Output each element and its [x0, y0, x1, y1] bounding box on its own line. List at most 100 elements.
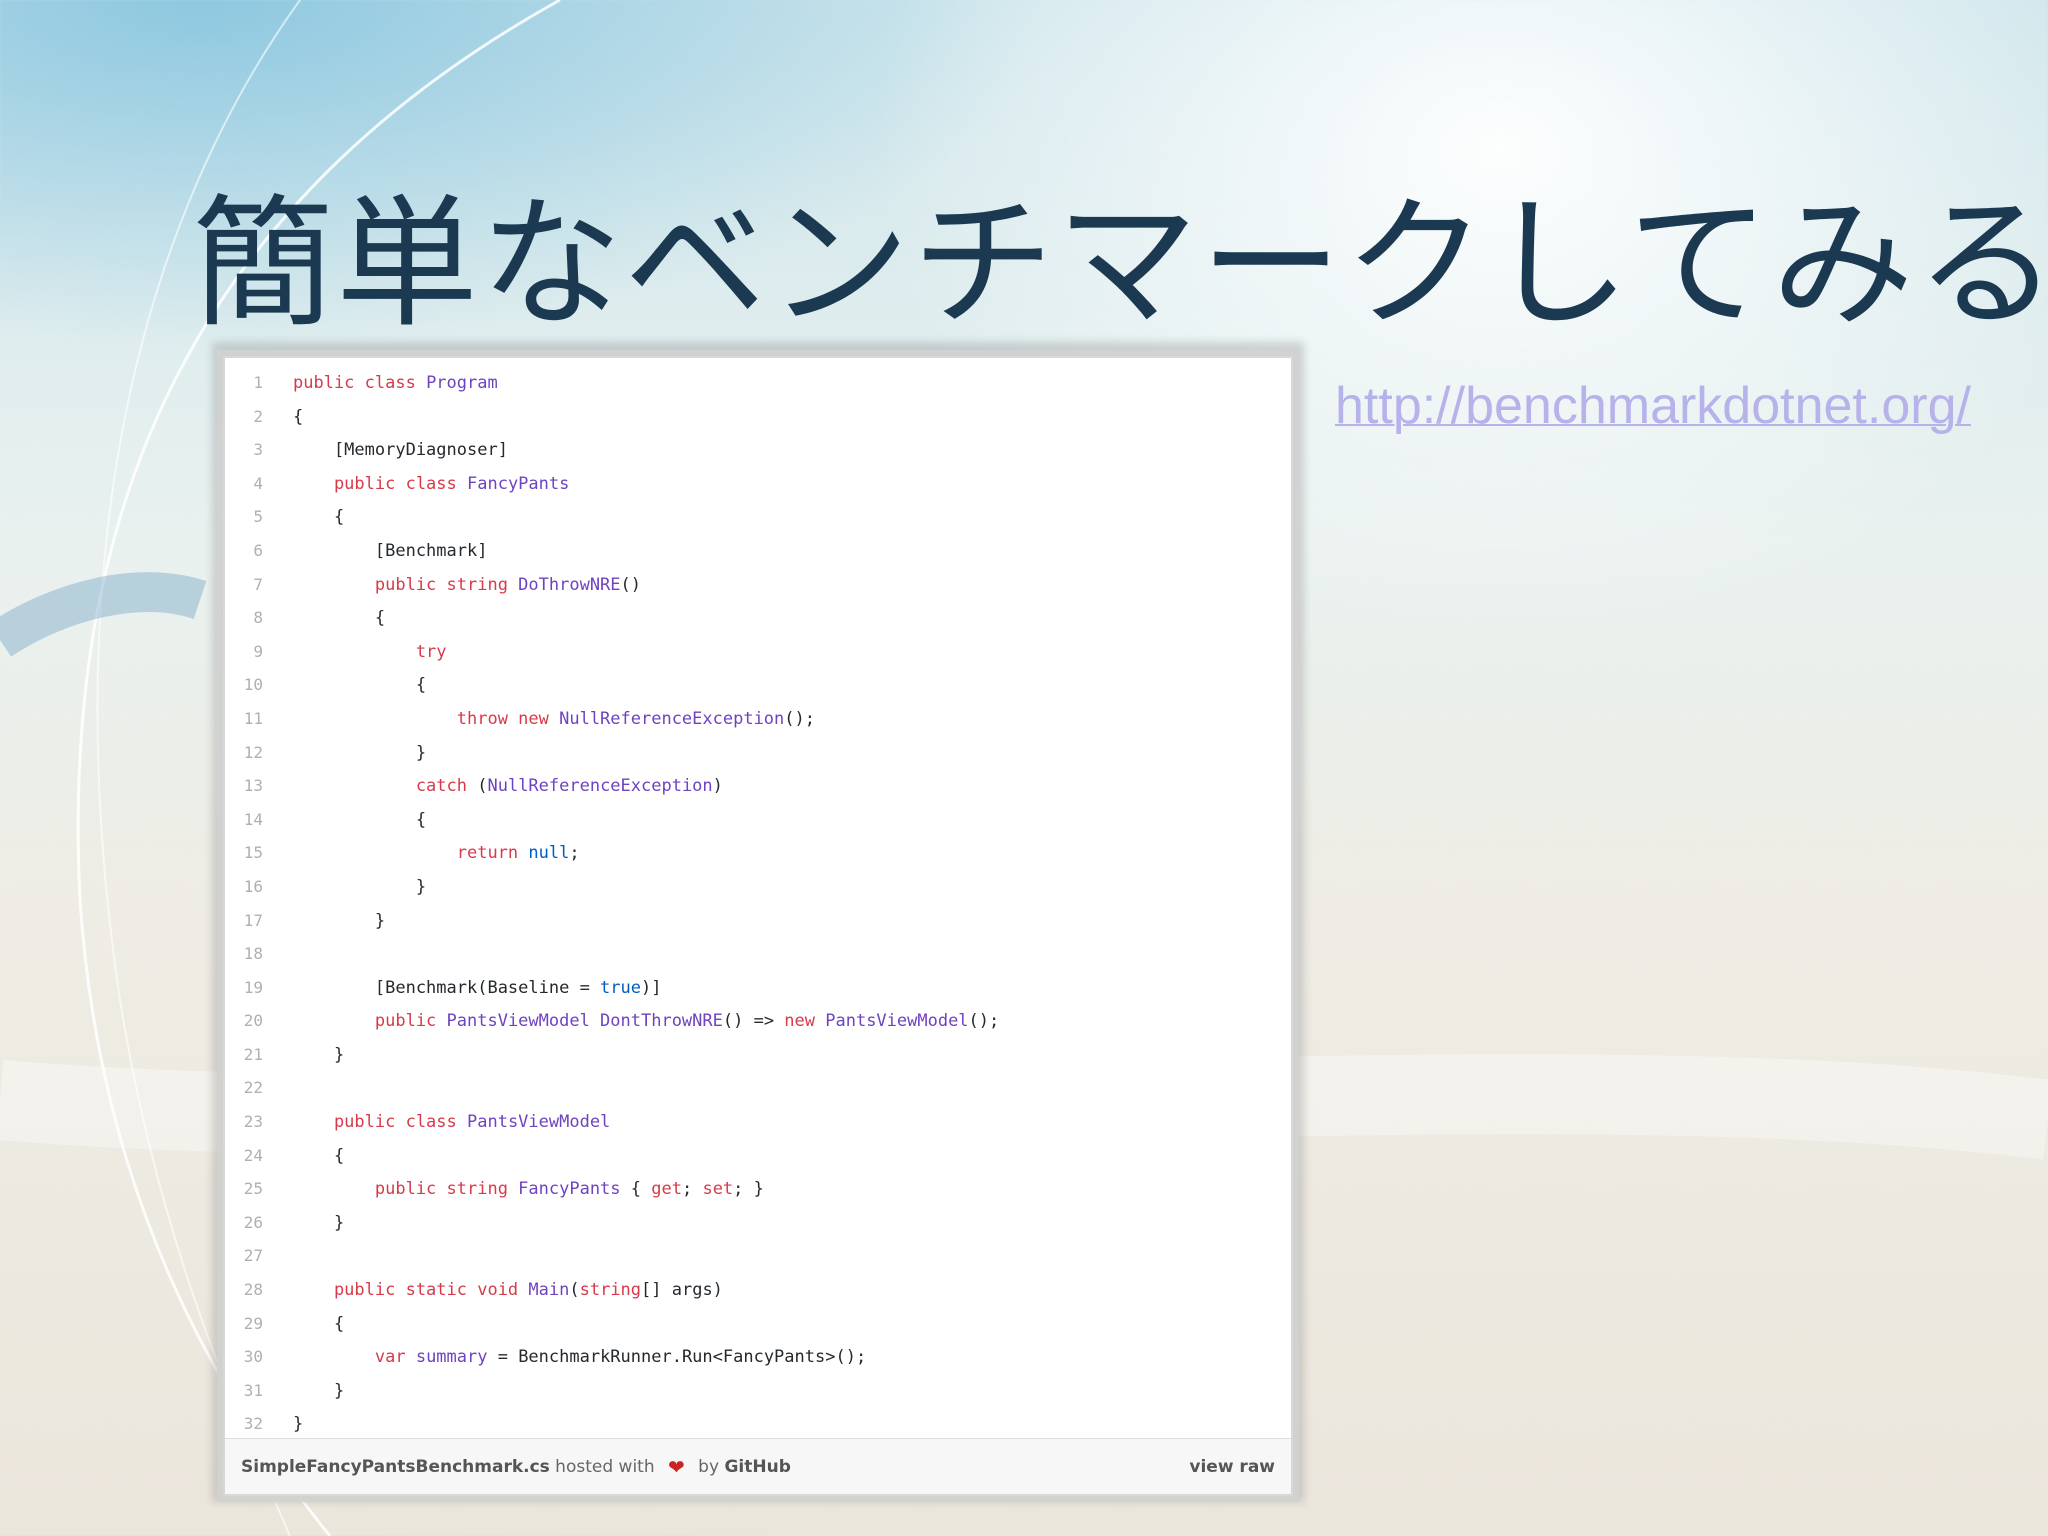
code-token: { — [620, 1179, 652, 1200]
code-line: 8 { — [225, 601, 1291, 635]
code-token: set — [702, 1179, 734, 1200]
line-number: 10 — [243, 675, 263, 695]
code-token: } — [293, 1380, 345, 1401]
code-token: [Benchmark] — [293, 540, 488, 561]
code-block: 1 public class Program 2{3 [MemoryDiagnose… — [225, 366, 1291, 1441]
code-line: 28 public static void Main(string[] args… — [225, 1273, 1291, 1307]
code-line: 19 [Benchmark(Baseline = true)] — [225, 971, 1291, 1005]
code-text: [MemoryDiagnoser] — [263, 434, 508, 468]
line-number: 32 — [243, 1414, 263, 1434]
line-number: 28 — [243, 1280, 263, 1300]
code-line: 13 catch (NullReferenceException) — [225, 769, 1291, 803]
code-token: { — [293, 608, 386, 629]
code-token: { — [293, 507, 345, 528]
heart-icon: ❤ — [668, 1454, 685, 1479]
line-number: 3 — [253, 440, 263, 460]
code-line: 24 { — [225, 1139, 1291, 1173]
code-line: 20 public PantsViewModel DontThrowNRE() … — [225, 1004, 1291, 1038]
code-token: public string — [293, 574, 519, 595]
code-line: 11 throw new NullReferenceException(); — [225, 702, 1291, 736]
code-line: 18 — [225, 937, 1291, 971]
code-text: { — [263, 1140, 344, 1174]
code-line: 25 public string FancyPants { get; set; … — [225, 1172, 1291, 1206]
code-token: throw new — [293, 708, 560, 729]
code-text: public class Program — [263, 367, 498, 401]
code-token: { — [293, 809, 427, 830]
line-number: 11 — [243, 708, 263, 728]
code-line: 31 } — [225, 1374, 1291, 1408]
code-text: public static void Main(string[] args) — [263, 1274, 723, 1308]
code-token: catch — [293, 776, 478, 797]
code-token: public class — [293, 473, 467, 494]
hosted-with-text: hosted with — [549, 1456, 661, 1477]
code-line: 30 var summary = BenchmarkRunner.Run<Fan… — [225, 1340, 1291, 1374]
code-text: var summary = BenchmarkRunner.Run<FancyP… — [263, 1341, 866, 1375]
code-text: } — [263, 1207, 344, 1241]
code-token: string — [579, 1280, 642, 1301]
code-token: PantsViewModel — [467, 1112, 611, 1133]
code-text: } — [263, 737, 426, 771]
code-line: 6 [Benchmark] — [225, 534, 1291, 568]
code-token: public class — [293, 373, 427, 393]
code-line: 17 } — [225, 904, 1291, 938]
code-line: 4 public class FancyPants — [225, 467, 1291, 501]
line-number: 14 — [243, 809, 263, 829]
code-line: 15 return null; — [225, 836, 1291, 870]
code-token: { — [293, 1313, 345, 1334]
code-text: } — [263, 1039, 344, 1073]
code-text: } — [263, 1408, 303, 1442]
benchmarkdotnet-link[interactable]: http://benchmarkdotnet.org/ — [1335, 375, 1971, 437]
code-token: FancyPants — [467, 473, 570, 494]
code-token: () => — [722, 1011, 785, 1032]
code-token: } — [293, 1212, 345, 1233]
line-number: 31 — [243, 1380, 263, 1400]
line-number: 25 — [243, 1179, 263, 1199]
code-token: new — [784, 1011, 826, 1032]
slide-title: 簡単なベンチマークしてみる — [192, 182, 2048, 347]
code-text: [Benchmark(Baseline = true)] — [263, 972, 662, 1006]
code-token: [] args) — [641, 1280, 723, 1301]
code-text: { — [263, 501, 344, 535]
line-number: 20 — [243, 1011, 263, 1031]
code-token: PantsViewModel DontThrowNRE — [446, 1011, 723, 1032]
code-text: } — [263, 1375, 344, 1409]
line-number: 17 — [243, 910, 263, 930]
code-token: { — [293, 406, 304, 427]
code-token: try — [293, 641, 447, 662]
code-line: 3 [MemoryDiagnoser] — [225, 433, 1291, 467]
code-token: public string — [293, 1179, 519, 1200]
code-token: true — [600, 977, 641, 998]
line-number: 9 — [253, 641, 263, 661]
line-number: 16 — [243, 876, 263, 896]
code-text: public PantsViewModel DontThrowNRE() => … — [263, 1005, 999, 1039]
code-token: public class — [293, 1112, 467, 1133]
github-link[interactable]: GitHub — [724, 1457, 790, 1477]
code-token: () — [620, 574, 642, 595]
gist-filename-link[interactable]: SimpleFancyPantsBenchmark.cs — [241, 1457, 550, 1477]
code-token: public — [293, 1011, 447, 1032]
code-token: public static void — [293, 1280, 529, 1301]
line-number: 23 — [243, 1112, 263, 1132]
code-line: 23 public class PantsViewModel — [225, 1105, 1291, 1139]
view-raw-link[interactable]: view raw — [1189, 1457, 1275, 1477]
code-text: { — [263, 401, 303, 435]
code-text: public class PantsViewModel — [263, 1106, 610, 1140]
code-line: 9 try — [225, 635, 1291, 669]
line-number: 12 — [243, 742, 263, 762]
code-token: } — [293, 1414, 304, 1435]
line-number: 29 — [243, 1313, 263, 1333]
code-token: return — [293, 843, 529, 864]
line-number: 5 — [253, 507, 263, 527]
code-token: { — [293, 675, 427, 696]
code-token: { — [293, 1145, 345, 1166]
code-text: public class FancyPants — [263, 468, 569, 502]
code-token: } — [293, 910, 386, 931]
code-line: 27 — [225, 1239, 1291, 1273]
code-token: (); — [968, 1011, 1000, 1032]
line-number: 1 — [253, 373, 263, 392]
code-line: 10 { — [225, 668, 1291, 702]
code-text: try — [263, 636, 447, 670]
code-text: public string DoThrowNRE() — [263, 569, 641, 603]
code-text: catch (NullReferenceException) — [263, 770, 723, 804]
code-line: 16 } — [225, 870, 1291, 904]
